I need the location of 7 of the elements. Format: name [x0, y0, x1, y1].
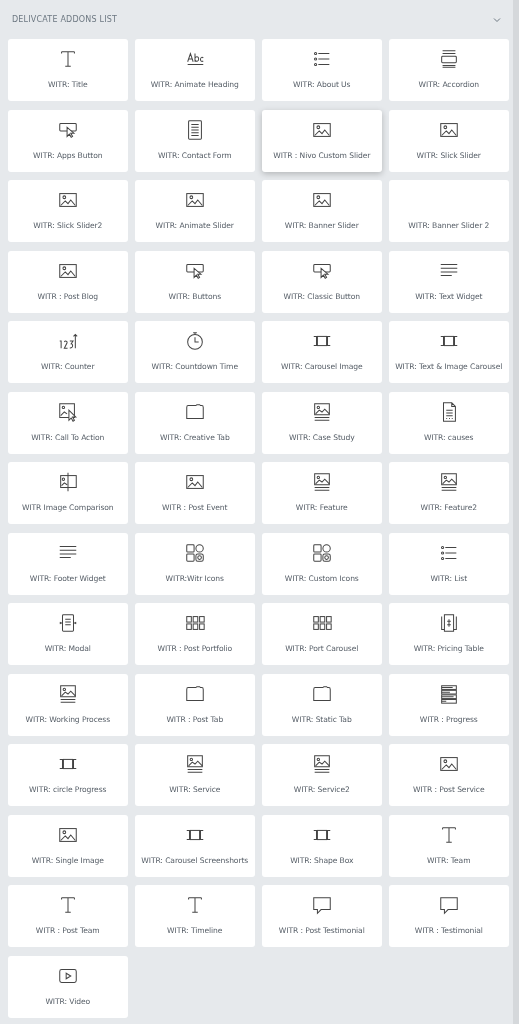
- speech-bubble-icon: [437, 894, 460, 916]
- section-title: DELIVCATE ADDONS LIST: [12, 15, 118, 24]
- image-cursor-icon: [56, 400, 79, 423]
- social-icons-icon: [183, 541, 206, 564]
- social-icons-icon: [310, 541, 333, 564]
- speech-bubble-icon: [310, 894, 333, 916]
- chevron-icon[interactable]: [493, 16, 501, 23]
